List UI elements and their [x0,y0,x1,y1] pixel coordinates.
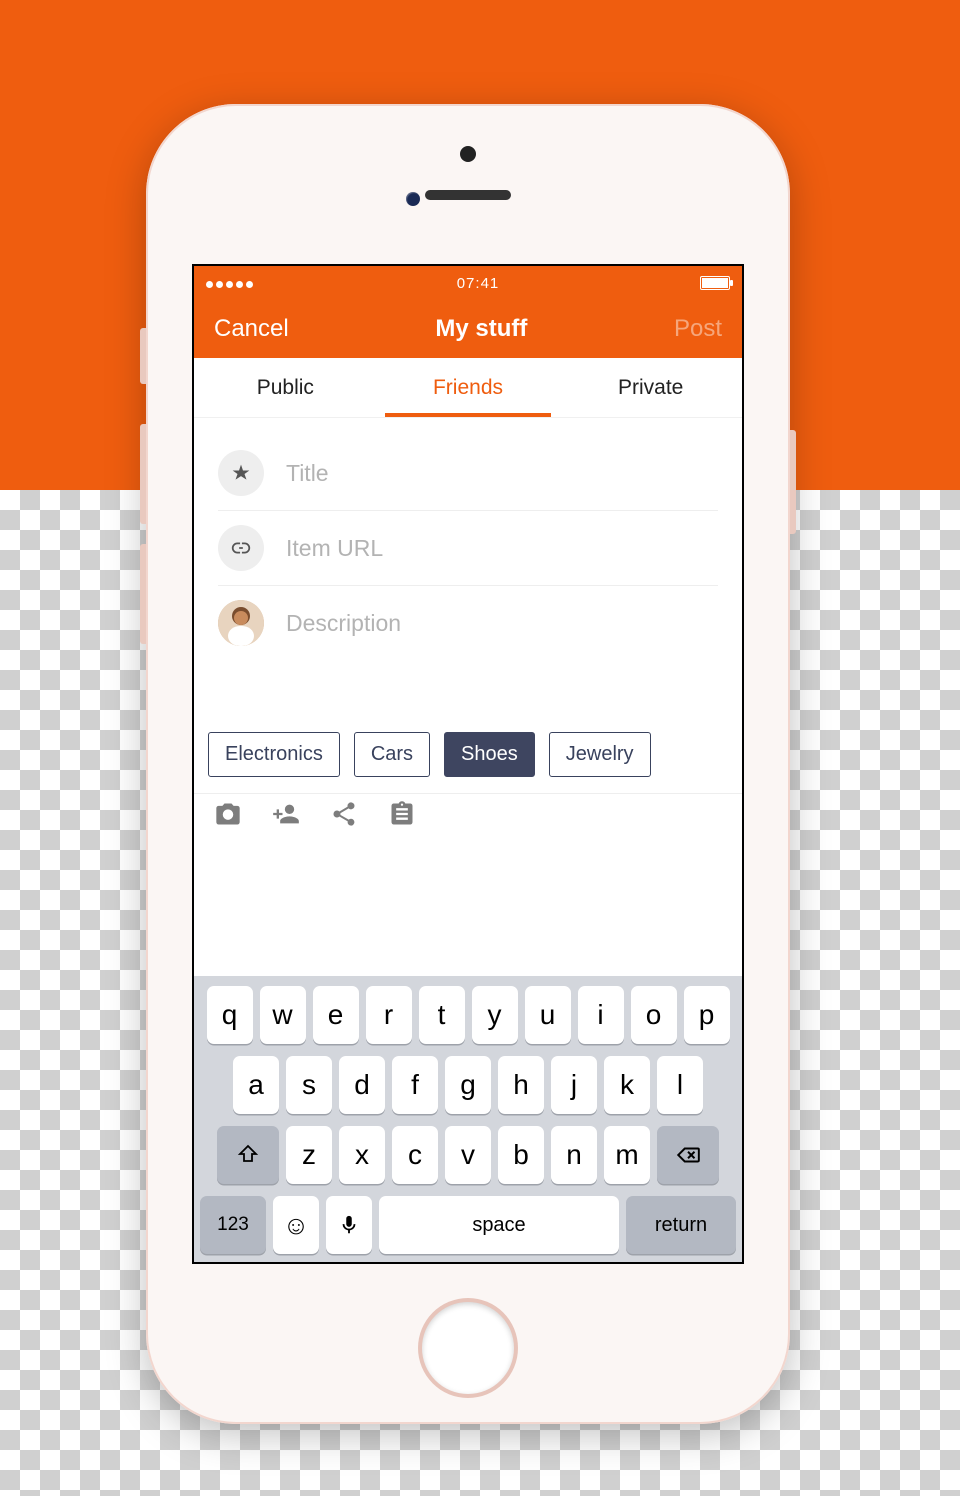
key-row-2: asdfghjkl [200,1056,736,1114]
key-c[interactable]: c [392,1126,438,1184]
key-l[interactable]: l [657,1056,703,1114]
page-title: My stuff [435,315,527,343]
key-g[interactable]: g [445,1056,491,1114]
url-input[interactable]: Item URL [286,535,383,562]
key-b[interactable]: b [498,1126,544,1184]
battery-icon [700,276,730,290]
return-key[interactable]: return [626,1196,736,1254]
status-bar: 07:41 [194,266,742,300]
status-time: 07:41 [457,275,500,292]
link-icon [218,525,264,571]
key-i[interactable]: i [578,986,624,1044]
tab-private[interactable]: Private [559,358,742,417]
key-m[interactable]: m [604,1126,650,1184]
home-button[interactable] [422,1302,514,1394]
key-n[interactable]: n [551,1126,597,1184]
tag-jewelry[interactable]: Jewelry [549,732,651,777]
key-e[interactable]: e [313,986,359,1044]
key-row-1: qwertyuiop [200,986,736,1044]
post-button[interactable]: Post [674,315,722,343]
key-x[interactable]: x [339,1126,385,1184]
tag-electronics[interactable]: Electronics [208,732,340,777]
key-j[interactable]: j [551,1056,597,1114]
star-icon [218,450,264,496]
key-row-3: zxcvbnm [200,1126,736,1184]
key-o[interactable]: o [631,986,677,1044]
tag-shoes[interactable]: Shoes [444,732,535,777]
visibility-tabs: Public Friends Private [194,358,742,418]
clipboard-icon[interactable] [388,800,416,833]
emoji-key[interactable]: ☺ [273,1196,319,1254]
mic-key[interactable] [326,1196,372,1254]
tag-cars[interactable]: Cars [354,732,430,777]
signal-dots-icon [206,275,256,292]
key-p[interactable]: p [684,986,730,1044]
cancel-button[interactable]: Cancel [214,315,289,343]
tab-friends[interactable]: Friends [377,358,560,417]
title-input[interactable]: Title [286,460,329,487]
share-icon[interactable] [330,800,358,833]
key-q[interactable]: q [207,986,253,1044]
title-row[interactable]: Title [218,436,718,510]
backspace-key[interactable] [657,1126,719,1184]
key-row-4: 123 ☺ space return [200,1196,736,1254]
avatar [218,600,264,646]
attachment-actions [194,793,742,847]
key-z[interactable]: z [286,1126,332,1184]
space-key[interactable]: space [379,1196,619,1254]
camera-icon[interactable] [214,800,242,833]
key-f[interactable]: f [392,1056,438,1114]
tag-bar: Electronics Cars Shoes Jewelry [194,722,742,793]
description-row[interactable]: Description [218,585,718,660]
key-v[interactable]: v [445,1126,491,1184]
key-s[interactable]: s [286,1056,332,1114]
key-a[interactable]: a [233,1056,279,1114]
phone-frame: 07:41 Cancel My stuff Post Public Friend… [146,104,790,1424]
add-person-icon[interactable] [272,800,300,833]
screen: 07:41 Cancel My stuff Post Public Friend… [192,264,744,1264]
key-w[interactable]: w [260,986,306,1044]
shift-key[interactable] [217,1126,279,1184]
url-row[interactable]: Item URL [218,510,718,585]
key-t[interactable]: t [419,986,465,1044]
key-d[interactable]: d [339,1056,385,1114]
tab-public[interactable]: Public [194,358,377,417]
key-y[interactable]: y [472,986,518,1044]
description-input[interactable]: Description [286,610,401,637]
nav-bar: Cancel My stuff Post [194,300,742,358]
key-h[interactable]: h [498,1056,544,1114]
key-u[interactable]: u [525,986,571,1044]
key-r[interactable]: r [366,986,412,1044]
numbers-key[interactable]: 123 [200,1196,266,1254]
key-k[interactable]: k [604,1056,650,1114]
compose-form: Title Item URL Description [194,418,742,668]
keyboard: qwertyuiop asdfghjkl zxcvbnm 123 ☺ space… [194,976,742,1262]
